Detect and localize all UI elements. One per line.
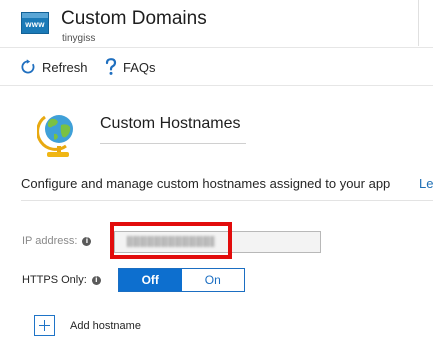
https-only-toggle[interactable]: Off On	[118, 268, 245, 292]
refresh-button[interactable]: Refresh	[20, 57, 88, 77]
page-title: Custom Domains	[61, 8, 207, 29]
app-service-icon: www	[21, 12, 49, 34]
toolbar-bottom-divider	[0, 85, 433, 86]
faqs-label: FAQs	[123, 59, 156, 75]
learn-more-link[interactable]: Le	[419, 176, 433, 191]
ip-address-label: IP address: i	[22, 235, 92, 247]
page-subtitle: tinygiss	[62, 33, 96, 44]
highlight-box	[110, 222, 232, 259]
refresh-label: Refresh	[42, 59, 88, 75]
refresh-icon	[21, 59, 35, 74]
header-divider	[418, 0, 419, 46]
toolbar-top-divider	[0, 47, 433, 48]
section-description: Configure and manage custom hostnames as…	[21, 176, 391, 191]
https-only-label-text: HTTPS Only:	[22, 274, 87, 286]
app-icon-text: www	[25, 20, 45, 29]
plus-icon[interactable]	[34, 315, 55, 336]
app-icon-titlebar	[22, 13, 48, 18]
toggle-off-option[interactable]: Off	[119, 269, 182, 291]
question-icon	[105, 58, 117, 75]
globe-icon	[37, 115, 73, 157]
toggle-on-option[interactable]: On	[181, 269, 244, 291]
https-only-label: HTTPS Only: i	[22, 274, 101, 286]
section-title-underline	[100, 143, 246, 144]
add-hostname-button[interactable]: Add hostname	[70, 320, 141, 332]
section-title: Custom Hostnames	[100, 115, 241, 132]
faqs-button[interactable]: FAQs	[105, 57, 156, 77]
info-icon[interactable]: i	[91, 275, 101, 285]
info-icon[interactable]: i	[82, 236, 92, 246]
section-divider	[21, 200, 433, 201]
ip-address-label-text: IP address:	[22, 235, 78, 247]
